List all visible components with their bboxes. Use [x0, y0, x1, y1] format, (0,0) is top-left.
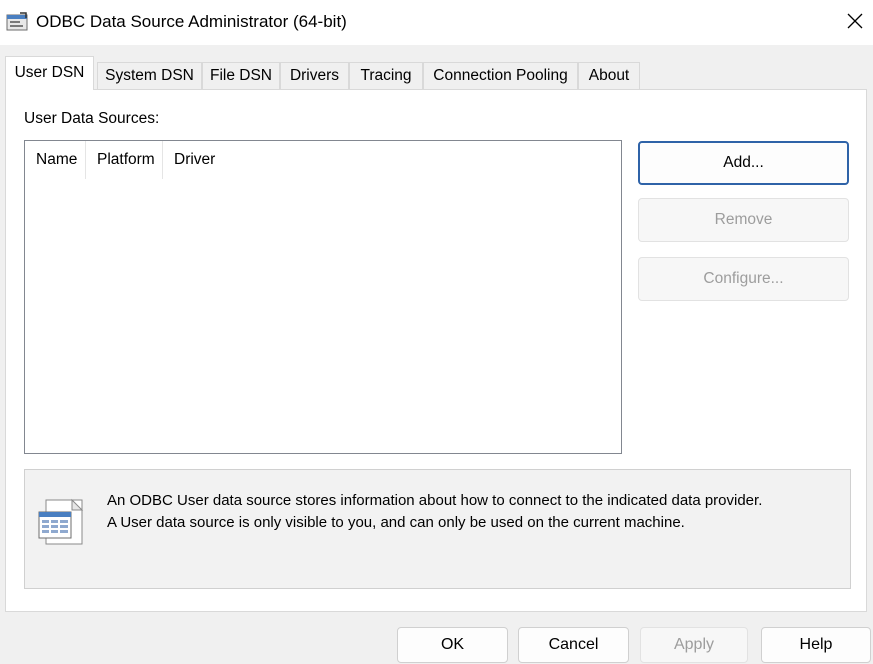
list-header: Name Platform Driver: [25, 141, 621, 179]
apply-button: Apply: [640, 627, 748, 663]
close-button[interactable]: [838, 8, 872, 38]
window-title: ODBC Data Source Administrator (64-bit): [36, 12, 347, 31]
data-sources-list[interactable]: Name Platform Driver: [24, 140, 622, 454]
user-data-sources-label: User Data Sources:: [24, 110, 160, 127]
ok-button[interactable]: OK: [397, 627, 508, 663]
help-button[interactable]: Help: [761, 627, 871, 663]
add-button[interactable]: Add...: [638, 141, 849, 185]
tab-system-dsn[interactable]: System DSN: [97, 62, 202, 89]
info-line-2: A User data source is only visible to yo…: [107, 514, 685, 531]
column-header-name[interactable]: Name: [25, 141, 86, 179]
tab-user-dsn[interactable]: User DSN: [5, 56, 94, 90]
odbc-admin-icon: [6, 12, 28, 32]
column-header-platform[interactable]: Platform: [86, 141, 163, 179]
info-text: An ODBC User data source stores informat…: [107, 490, 762, 534]
configure-button: Configure...: [638, 257, 849, 301]
tab-about[interactable]: About: [578, 62, 640, 89]
tab-file-dsn[interactable]: File DSN: [202, 62, 280, 89]
title-bar: ODBC Data Source Administrator (64-bit): [0, 0, 873, 46]
datasource-icon: [38, 498, 86, 546]
tab-drivers[interactable]: Drivers: [280, 62, 349, 89]
cancel-button[interactable]: Cancel: [518, 627, 629, 663]
info-line-1: An ODBC User data source stores informat…: [107, 492, 763, 509]
remove-button: Remove: [638, 198, 849, 242]
tab-tracing[interactable]: Tracing: [349, 62, 423, 89]
close-icon: [847, 13, 863, 33]
column-header-driver[interactable]: Driver: [163, 141, 283, 179]
tab-connection-pooling[interactable]: Connection Pooling: [423, 62, 578, 89]
